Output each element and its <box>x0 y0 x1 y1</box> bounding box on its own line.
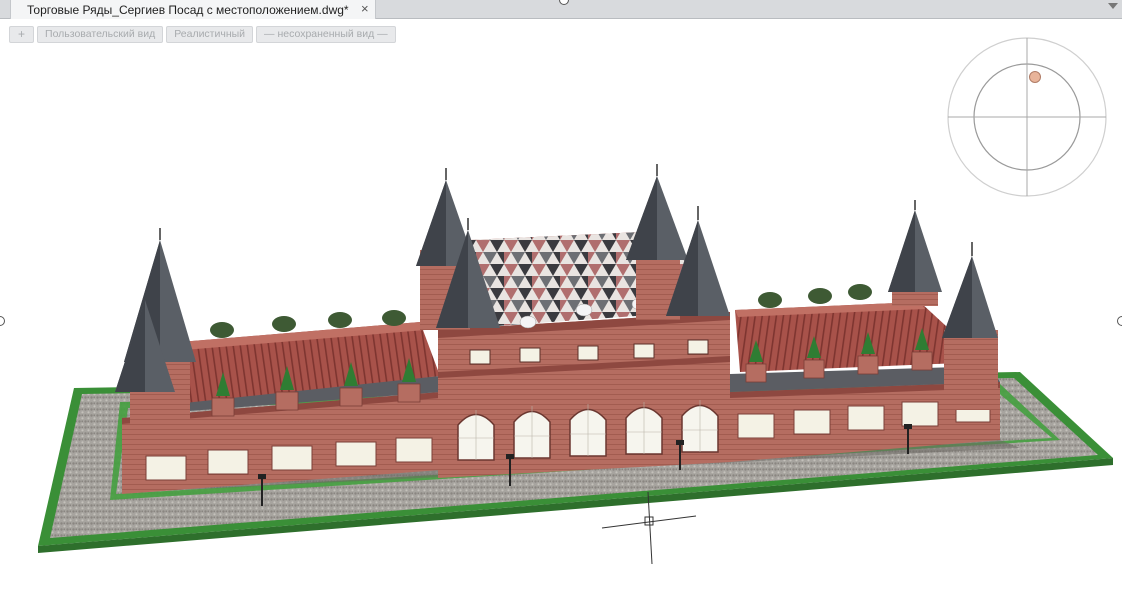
view-compass-icon[interactable] <box>946 36 1108 198</box>
right-resize-grip[interactable] <box>1117 316 1122 326</box>
crosshair-cursor-icon <box>601 491 697 565</box>
saved-view-button[interactable]: — несохраненный вид — <box>256 26 396 43</box>
viewport-controls: + Пользовательский вид Реалистичный — не… <box>9 26 396 43</box>
visual-style-button[interactable]: Реалистичный <box>166 26 254 43</box>
drawing-window: Торговые Ряды_Сергиев Посад с местополож… <box>0 0 1122 606</box>
viewport-menu-button[interactable]: + <box>9 26 35 43</box>
view-button[interactable]: Пользовательский вид <box>37 26 164 43</box>
compass-marker <box>1029 71 1041 83</box>
